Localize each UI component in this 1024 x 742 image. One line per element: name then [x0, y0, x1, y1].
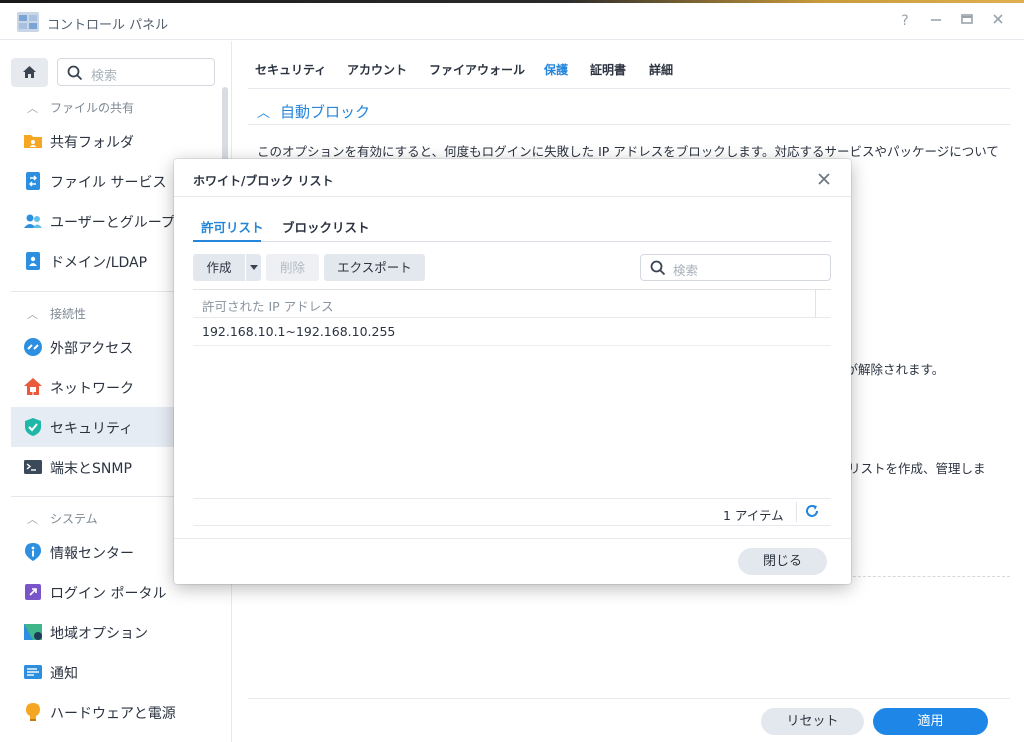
- maximize-icon[interactable]: [958, 12, 976, 30]
- main-tabs: セキュリティ アカウント ファイアウォール 保護 証明書 詳細: [233, 41, 1024, 81]
- tab-advanced[interactable]: 詳細: [649, 61, 673, 78]
- info-center-icon: [25, 543, 41, 561]
- apply-button[interactable]: 適用: [873, 708, 988, 735]
- regional-options-icon: [24, 624, 42, 640]
- hardware-power-icon: [26, 703, 40, 721]
- sidebar-search-input[interactable]: 検索: [57, 58, 215, 86]
- column-separator: [815, 290, 816, 317]
- dialog-divider: [174, 196, 851, 197]
- tab-firewall[interactable]: ファイアウォール: [429, 61, 525, 78]
- close-button[interactable]: 閉じる: [738, 548, 827, 575]
- auto-block-description: このオプションを有効にすると、何度もログインに失敗した IP アドレスをブロック…: [257, 144, 999, 159]
- section-header-system[interactable]: ︿ システム: [27, 510, 98, 528]
- footer-separator: [796, 502, 797, 522]
- create-dropdown-button[interactable]: [246, 254, 261, 281]
- notification-icon: [24, 665, 42, 679]
- description-fragment: リストを作成、管理しま: [848, 461, 986, 476]
- section-header-connectivity[interactable]: ︿ 接続性: [27, 305, 86, 323]
- column-header-ip-address[interactable]: 許可された IP アドレス: [202, 296, 334, 315]
- users-groups-icon: [24, 214, 42, 228]
- allow-block-list-dialog: ホワイト/ブロック リスト 許可リスト ブロックリスト 作成 削除 エクスポート…: [174, 159, 851, 584]
- chevron-up-icon: ︿: [27, 308, 38, 321]
- dashed-divider: [848, 576, 1010, 577]
- create-button[interactable]: 作成: [193, 254, 245, 281]
- sidebar-item-hardware-power[interactable]: ハードウェアと電源: [11, 692, 221, 732]
- file-services-icon: [26, 172, 40, 190]
- refresh-icon[interactable]: [804, 503, 820, 519]
- chevron-up-icon: ︿: [27, 102, 38, 115]
- table-row[interactable]: 192.168.10.1~192.168.10.255: [202, 324, 395, 339]
- search-icon: [67, 65, 83, 81]
- tab-divider: [248, 88, 1010, 89]
- item-count: 1 アイテム: [723, 508, 784, 523]
- close-icon[interactable]: [989, 12, 1007, 30]
- dialog-search-placeholder: 検索: [673, 263, 699, 278]
- network-icon: [24, 378, 42, 395]
- sidebar-item-notification[interactable]: 通知: [11, 652, 221, 692]
- grid-bottom-border: [193, 525, 831, 526]
- tab-protection[interactable]: 保護: [544, 61, 568, 78]
- caret-down-icon: [249, 265, 258, 270]
- external-access-icon: [24, 338, 42, 356]
- domain-ldap-icon: [26, 252, 40, 270]
- dialog-close-icon[interactable]: [815, 168, 833, 191]
- section-header-file-sharing[interactable]: ︿ ファイルの共有: [27, 99, 134, 117]
- title-bar: コントロール パネル ?: [0, 3, 1024, 40]
- dialog-footer-divider: [174, 538, 851, 539]
- footer-divider: [248, 698, 1010, 699]
- section-divider: [248, 124, 1010, 125]
- grid-header-border: [193, 317, 831, 318]
- control-panel-icon: [17, 12, 39, 32]
- home-button[interactable]: [11, 58, 48, 87]
- terminal-icon: [24, 460, 42, 474]
- shared-folder-icon: [24, 135, 42, 148]
- dialog-search-input[interactable]: 検索: [640, 254, 831, 281]
- delete-button[interactable]: 削除: [266, 254, 319, 281]
- search-icon: [650, 260, 666, 276]
- sidebar-item-shared-folder[interactable]: 共有フォルダ: [11, 121, 221, 161]
- tab-allow-list[interactable]: 許可リスト: [201, 217, 264, 236]
- export-button[interactable]: エクスポート: [324, 254, 425, 281]
- tab-account[interactable]: アカウント: [347, 61, 407, 78]
- tab-certificate[interactable]: 証明書: [590, 61, 626, 78]
- home-icon: [23, 66, 36, 78]
- chevron-up-icon: ︿: [257, 106, 271, 121]
- grid-top-border: [193, 289, 831, 290]
- tab-security[interactable]: セキュリティ: [255, 61, 326, 78]
- tab-block-list[interactable]: ブロックリスト: [282, 217, 370, 236]
- grid-footer-border: [193, 498, 831, 499]
- sidebar-search-placeholder: 検索: [91, 69, 118, 84]
- row-border: [193, 345, 831, 346]
- window-title: コントロール パネル: [47, 18, 169, 33]
- dialog-tab-divider: [193, 241, 831, 242]
- reset-button[interactable]: リセット: [761, 708, 864, 735]
- minimize-icon[interactable]: [927, 12, 945, 30]
- dialog-title: ホワイト/ブロック リスト: [193, 174, 334, 188]
- help-icon[interactable]: ?: [896, 12, 914, 30]
- active-tab-indicator: [193, 240, 261, 242]
- login-portal-icon: [25, 584, 41, 600]
- sidebar-item-regional-options[interactable]: 地域オプション: [11, 612, 221, 652]
- auto-block-section-header[interactable]: ︿ 自動ブロック: [257, 101, 370, 122]
- security-shield-icon: [25, 418, 41, 436]
- chevron-up-icon: ︿: [27, 513, 38, 526]
